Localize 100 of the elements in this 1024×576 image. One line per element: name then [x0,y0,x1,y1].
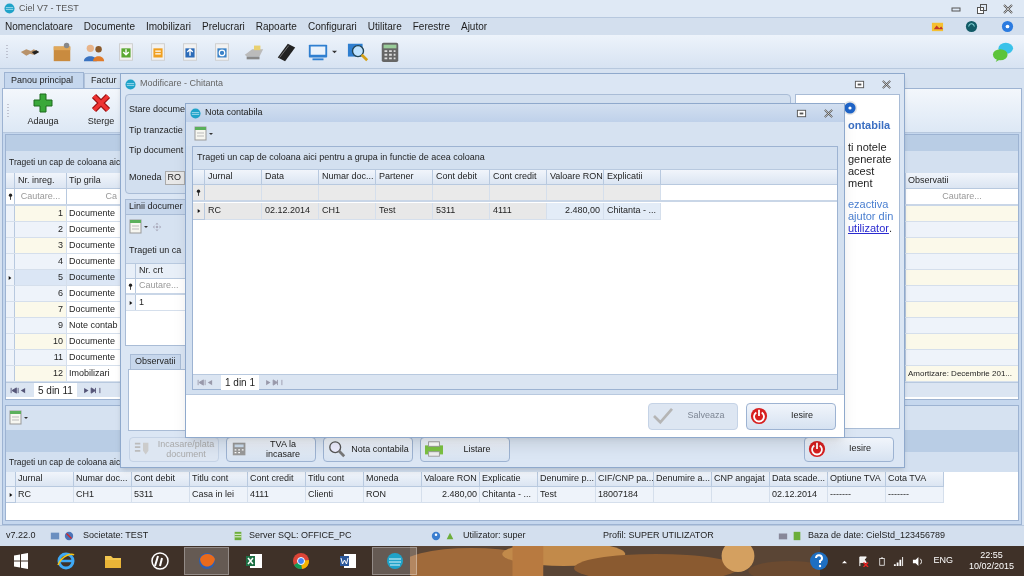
menu-item[interactable]: Ajutor [459,19,489,34]
filter-cell[interactable] [490,185,547,200]
menu-item[interactable]: Rapoarte [254,19,298,34]
close-icon[interactable] [881,78,892,90]
column-header[interactable]: Titlu cont [190,472,248,487]
menu-item[interactable]: Imobilizari [144,19,192,34]
column-header[interactable]: Numar doc... [74,472,132,487]
button[interactable]: Nota contabila [323,436,413,462]
pager-forward-icon[interactable] [81,386,102,394]
language-indicator[interactable]: ENG [933,554,953,568]
row-header-cell[interactable] [6,302,15,317]
toolbar-button[interactable]: Adauga [18,92,68,129]
caret-icon[interactable] [332,49,337,54]
column-header[interactable]: Valoare RON [547,170,604,184]
column-header[interactable]: Cont credit [248,472,306,487]
column-header[interactable]: CNP angajat [712,472,770,487]
column-header[interactable]: Denumire p... [538,472,596,487]
column-header[interactable]: Data [262,170,319,184]
grid-settings-icon[interactable] [194,126,214,142]
column-header[interactable]: Numar doc... [319,170,376,184]
filter-cell[interactable] [205,185,262,200]
column-header[interactable]: Jurnal [205,170,262,184]
filter-cell[interactable] [262,185,319,200]
column-header[interactable]: Jurnal [16,472,74,487]
menu-item[interactable]: Documente [82,19,136,34]
menu-item[interactable]: Nomenclatoare [4,19,74,34]
window-title: Nota contabila [205,106,263,120]
row-header-cell[interactable] [6,366,15,381]
menu-item[interactable]: Prelucrari [200,19,246,34]
currency-dropdown[interactable]: RO [164,170,185,185]
filter-cell[interactable] [433,185,490,200]
speaker-icon[interactable] [912,555,924,567]
column-header[interactable]: Cont credit [490,170,547,184]
tab[interactable]: Observatii [130,354,181,369]
column-header[interactable]: Partener [376,170,433,184]
column-header[interactable]: Nr. inreg. [15,173,67,188]
help-text: ti notele [848,141,888,153]
column-header[interactable]: Cont debit [132,472,190,487]
help-icon[interactable] [809,551,830,571]
group-hint: Trageti un ca [129,244,182,258]
column-header[interactable]: Denumire a... [654,472,712,487]
signal-icon[interactable] [893,555,905,567]
column-header[interactable]: Cont debit [433,170,490,184]
table-cell-text: Documente [68,302,117,316]
battery-icon[interactable] [879,555,886,567]
row-header-cell[interactable] [6,238,15,253]
filter-cell[interactable] [319,185,376,200]
restore-icon[interactable] [976,2,988,15]
column-header[interactable]: Explicatii [604,170,661,184]
row-header-cell[interactable] [6,222,15,237]
column-header[interactable]: Tip grila [67,173,121,188]
table-cell: Test [538,487,596,503]
row-header-cell[interactable] [6,270,15,285]
table-cell: 7 [15,302,67,317]
grid-settings-icon[interactable] [9,410,29,426]
maximize-icon[interactable] [854,78,865,90]
column-header[interactable]: Nr. crt [136,264,166,278]
chat-icon[interactable] [992,40,1014,63]
box-icon[interactable] [51,40,73,63]
column-header[interactable]: Optiune TVA [828,472,886,487]
row-header-cell[interactable] [126,295,136,310]
chevron-icon[interactable] [841,558,849,564]
exit-button[interactable]: Iesire [746,402,836,430]
column-header[interactable]: CIF/CNP pa... [596,472,654,487]
column-header[interactable]: Titlu cont [306,472,364,487]
column-header[interactable]: Valoare RON [422,472,480,487]
help-link[interactable]: utilizator [848,222,889,234]
close-icon[interactable] [1002,2,1014,15]
row-header-cell[interactable] [6,350,15,365]
row-header-cell[interactable] [193,203,205,220]
button[interactable]: Listare [420,436,510,462]
column-header[interactable]: Data scade... [770,472,828,487]
calculator-icon[interactable] [379,40,401,63]
grid-settings-icon[interactable] [129,219,149,235]
filter-cell[interactable] [547,185,604,200]
button[interactable]: TVA la incasare [226,436,316,462]
row-header-cell[interactable] [6,487,16,503]
flag-icon[interactable] [858,555,870,567]
tab[interactable]: Panou principal [4,72,84,88]
exit-button[interactable]: Iesire [804,436,894,462]
row-header-cell[interactable] [6,286,15,301]
column-header[interactable]: Explicatie [480,472,538,487]
menu-item[interactable]: Ferestre [411,19,451,34]
row-header-cell[interactable] [6,254,15,269]
filter-cell[interactable] [376,185,433,200]
row-header-cell[interactable] [6,206,15,221]
row-header-cell[interactable] [6,334,15,349]
clock[interactable]: 22:55 10/02/2015 [968,550,1014,572]
tab[interactable]: Linii documer [125,199,187,214]
menu-item[interactable]: Configurari [306,19,358,34]
column-header[interactable]: Cota TVA [886,472,944,487]
toolbar-button[interactable]: Sterge [76,92,126,129]
filter-cell[interactable] [604,185,661,200]
delete-icon [91,92,111,113]
gallery-icon[interactable] [931,20,944,33]
menu-item[interactable]: Utilitare [366,19,403,34]
close-icon[interactable] [823,107,834,119]
column-header[interactable]: Moneda [364,472,422,487]
row-header-cell[interactable] [6,318,15,333]
maximize-icon[interactable] [796,107,807,119]
